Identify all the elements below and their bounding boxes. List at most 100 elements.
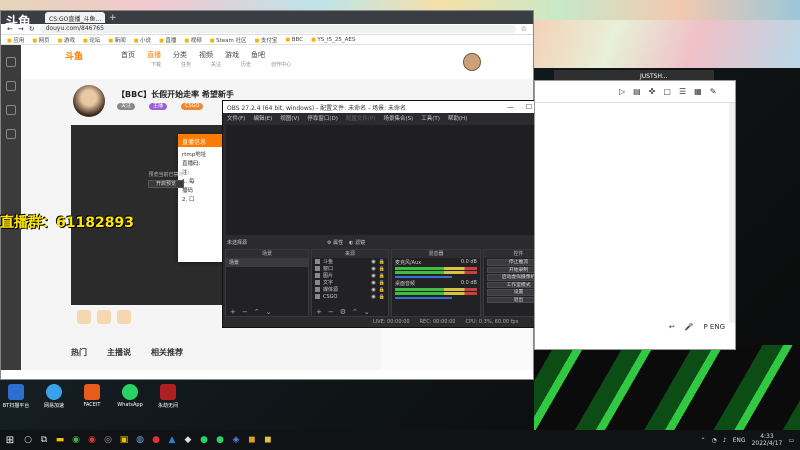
url-field[interactable]: douyu.com/846765 [39, 25, 516, 33]
home-icon[interactable] [6, 57, 16, 67]
category-icon[interactable] [6, 81, 16, 91]
creator-link[interactable]: 创作中心 [271, 61, 291, 68]
lock-icon[interactable]: 🔒 [379, 273, 385, 279]
steam-icon[interactable]: ◍ [132, 430, 148, 450]
bookmark-item[interactable]: YS_I5_25_AES [311, 37, 355, 43]
nav-item[interactable]: 视频 [199, 50, 213, 60]
add-icon[interactable]: + [316, 308, 322, 316]
maximize-icon[interactable]: ☐ [526, 103, 532, 111]
app-icon[interactable]: ◈ [228, 430, 244, 450]
mic-icon[interactable]: 🎤 [685, 323, 694, 331]
volume-slider[interactable] [395, 297, 453, 299]
down-icon[interactable]: ⌄ [266, 308, 272, 316]
download-link[interactable]: 下载 [151, 61, 161, 68]
gift-icon[interactable] [77, 310, 91, 324]
bookmark-item[interactable]: 视频 [184, 36, 202, 44]
bookmark-item[interactable]: 直播 [159, 36, 176, 44]
clock[interactable]: 4:33 2022/4/17 [752, 433, 783, 447]
edit-icon[interactable]: ✎ [710, 87, 717, 96]
file-explorer-icon[interactable]: ▬ [52, 430, 68, 450]
desktop-icon[interactable]: WhatsApp [116, 384, 144, 409]
bookmark-item[interactable]: BBC [285, 37, 303, 43]
source-item[interactable]: 媒体源 ◉ 🔒 [312, 286, 388, 293]
bookmark-item[interactable]: 新闻 [108, 36, 126, 44]
task-link[interactable]: 任务 [181, 61, 191, 68]
remove-icon[interactable]: − [328, 308, 334, 316]
lock-icon[interactable]: 🔒 [379, 259, 385, 265]
browser-tab[interactable]: CS:GO直播_斗鱼... [45, 12, 105, 23]
remove-icon[interactable]: − [242, 308, 248, 316]
add-icon[interactable]: + [230, 308, 236, 316]
bookmark-item[interactable]: 支付宝 [255, 36, 278, 44]
gamepad-icon[interactable]: ✜ [649, 87, 656, 96]
menu-scene-collection[interactable]: 场景集合(S) [383, 114, 413, 122]
eye-icon[interactable]: ◉ [371, 294, 375, 300]
chevron-up-icon[interactable]: ⌃ [701, 437, 706, 444]
source-item[interactable]: 图片 ◉ 🔒 [312, 272, 388, 279]
related-tab[interactable]: 相关推荐 [151, 347, 183, 358]
user-avatar[interactable] [463, 53, 481, 71]
desktop-icon[interactable]: BT扫描平台 [2, 384, 30, 409]
menu-file[interactable]: 文件(F) [227, 114, 245, 122]
follow-pill[interactable]: 关注 [117, 103, 136, 110]
menu-help[interactable]: 帮助(H) [448, 114, 467, 122]
site-logo[interactable]: 斗鱼 [65, 49, 83, 62]
bookmark-item[interactable]: 小说 [134, 36, 151, 44]
menu-docks[interactable]: 停靠窗口(D) [307, 114, 338, 122]
volume-icon[interactable]: ♪ [723, 437, 727, 444]
gift-icon[interactable] [117, 310, 131, 324]
source-item[interactable]: 窗口 ◉ 🔒 [312, 265, 388, 272]
nav-item-active[interactable]: 直播 [147, 50, 161, 60]
play-icon[interactable]: ▷ [619, 87, 625, 96]
app-icon[interactable]: ◼ [244, 430, 260, 450]
lock-icon[interactable]: 🔒 [379, 287, 385, 293]
scrollbar[interactable] [729, 103, 735, 323]
nav-item[interactable]: 游戏 [225, 50, 239, 60]
eye-icon[interactable]: ◉ [371, 259, 375, 265]
hot-tab[interactable]: 热门 [71, 347, 87, 358]
nav-item[interactable]: 分类 [173, 50, 187, 60]
anchor-says-tab[interactable]: 主播说 [107, 347, 131, 358]
bookmark-item[interactable]: 游戏 [58, 36, 75, 44]
menu-view[interactable]: 视图(V) [280, 114, 299, 122]
window-icon[interactable]: ▢ [663, 87, 671, 96]
gear-icon[interactable]: ⚙ [340, 308, 346, 316]
bookmark-item[interactable]: 应用 [7, 36, 24, 44]
desktop-icon[interactable]: 永劫无间 [154, 384, 182, 409]
anchor-pill[interactable]: 主播 [149, 103, 168, 110]
chrome-icon[interactable]: ◉ [68, 430, 84, 450]
eye-icon[interactable]: ◉ [371, 266, 375, 272]
eye-icon[interactable]: ◉ [371, 280, 375, 286]
up-icon[interactable]: ⌃ [254, 308, 260, 316]
nav-item[interactable]: 首页 [121, 50, 135, 60]
lock-icon[interactable]: 🔒 [379, 266, 385, 272]
whatsapp-taskbar-icon[interactable]: ● [212, 430, 228, 450]
source-item[interactable]: 文字 ◉ 🔒 [312, 279, 388, 286]
enable-preview-button[interactable]: 开启预览 [148, 180, 184, 188]
filters-button[interactable]: ◐ 滤镜 [349, 239, 365, 246]
grid-icon[interactable]: ▦ [694, 87, 702, 96]
netease-icon[interactable]: ● [148, 430, 164, 450]
desktop-icon[interactable]: FACEIT [78, 384, 106, 409]
scene-item[interactable]: 场景 [226, 258, 308, 267]
nav-item[interactable]: 鱼吧 [251, 50, 265, 60]
app-icon[interactable]: ◼ [260, 430, 276, 450]
windows-start-icon[interactable]: ⊞ [0, 435, 20, 446]
category-pill[interactable]: CSGO [181, 103, 204, 110]
lock-icon[interactable]: 🔒 [379, 280, 385, 286]
notification-icon[interactable]: ▭ [788, 437, 794, 444]
wechat-icon[interactable]: ● [196, 430, 212, 450]
douyu-icon[interactable]: ◉ [84, 430, 100, 450]
up-icon[interactable]: ⌃ [352, 308, 358, 316]
desktop-icon[interactable]: 网易加速 [40, 384, 68, 409]
bookmark-item[interactable]: Steam 社区 [210, 36, 247, 44]
minimize-icon[interactable]: — [507, 103, 514, 111]
bookmark-item[interactable]: 论坛 [83, 36, 100, 44]
source-item[interactable]: CSGO ◉ 🔒 [312, 293, 388, 300]
task-view-icon[interactable]: ⧉ [36, 430, 52, 450]
menu-tools[interactable]: 工具(T) [421, 114, 440, 122]
down-icon[interactable]: ⌄ [364, 308, 370, 316]
lock-icon[interactable]: 🔒 [379, 294, 385, 300]
list-icon[interactable]: ☰ [679, 87, 686, 96]
language-indicator[interactable]: ENG [733, 437, 746, 444]
